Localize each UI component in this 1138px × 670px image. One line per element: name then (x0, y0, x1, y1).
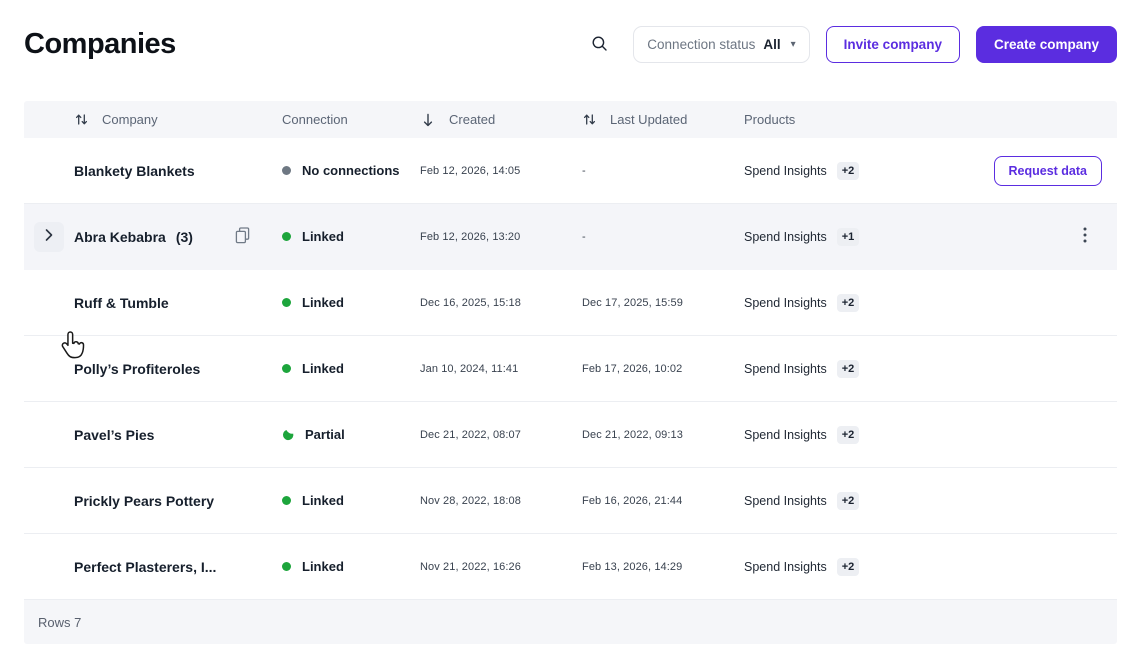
table-row[interactable]: Perfect Plasterers, I... Linked Nov 21, … (24, 534, 1117, 600)
column-header-connection[interactable]: Connection (282, 112, 420, 127)
row-menu-button[interactable] (1077, 223, 1093, 250)
product-count-badge[interactable]: +2 (837, 558, 860, 576)
column-header-company[interactable]: Company (74, 112, 282, 127)
toolbar: Connection status All ▾ Invite company C… (583, 26, 1117, 63)
last-updated-date: Feb 16, 2026, 21:44 (582, 495, 744, 507)
table-row[interactable]: Pavel’s Pies Partial Dec 21, 2022, 08:07… (24, 402, 1117, 468)
company-name[interactable]: Polly’s Profiteroles (74, 361, 200, 377)
invite-company-button[interactable]: Invite company (826, 26, 960, 63)
created-date: Jan 10, 2024, 11:41 (420, 363, 582, 375)
last-updated-date: Feb 17, 2026, 10:02 (582, 363, 744, 375)
product-count-badge[interactable]: +2 (837, 492, 860, 510)
status-dot-icon (282, 364, 291, 373)
product-name: Spend Insights (744, 494, 827, 508)
company-name[interactable]: Abra Kebabra (74, 229, 166, 245)
product-name: Spend Insights (744, 362, 827, 376)
table-row[interactable]: Prickly Pears Pottery Linked Nov 28, 202… (24, 468, 1117, 534)
created-date: Dec 21, 2022, 08:07 (420, 429, 582, 441)
connection-status: No connections (302, 163, 400, 178)
connection-status: Linked (302, 493, 344, 508)
product-count-badge[interactable]: +2 (837, 162, 860, 180)
status-dot-icon (282, 562, 291, 571)
partial-crescent-icon (280, 427, 296, 443)
product-count-badge[interactable]: +2 (837, 426, 860, 444)
request-data-button[interactable]: Request data (994, 156, 1103, 186)
column-label-last-updated: Last Updated (610, 112, 687, 127)
connection-status-filter[interactable]: Connection status All ▾ (633, 26, 809, 63)
product-count-badge[interactable]: +2 (837, 360, 860, 378)
last-updated-date: - (582, 165, 744, 177)
chevron-down-icon: ▾ (791, 39, 796, 50)
company-count: (3) (176, 229, 193, 245)
company-name[interactable]: Pavel’s Pies (74, 427, 154, 443)
sort-down-icon (420, 112, 436, 128)
search-button[interactable] (583, 29, 615, 61)
page-title: Companies (24, 28, 176, 61)
last-updated-date: Dec 17, 2025, 15:59 (582, 297, 744, 309)
product-name: Spend Insights (744, 164, 827, 178)
create-company-button[interactable]: Create company (976, 26, 1117, 63)
status-dot-icon (282, 232, 291, 241)
chevron-right-icon (41, 227, 57, 246)
table-row[interactable]: Blankety Blankets No connections Feb 12,… (24, 138, 1117, 204)
search-icon (591, 35, 608, 55)
created-date: Feb 12, 2026, 13:20 (420, 231, 582, 243)
table-footer: Rows 7 (24, 600, 1117, 644)
column-header-last-updated[interactable]: Last Updated (582, 112, 744, 127)
copy-button[interactable] (235, 227, 250, 247)
page-header: Companies Connection status All ▾ Invite… (24, 26, 1117, 63)
product-name: Spend Insights (744, 560, 827, 574)
filter-value: All (763, 37, 780, 52)
product-count-badge[interactable]: +1 (837, 228, 860, 246)
table-row[interactable]: Ruff & Tumble Linked Dec 16, 2025, 15:18… (24, 270, 1117, 336)
created-date: Nov 28, 2022, 18:08 (420, 495, 582, 507)
connection-status: Partial (305, 427, 345, 442)
company-name[interactable]: Prickly Pears Pottery (74, 493, 214, 509)
created-date: Dec 16, 2025, 15:18 (420, 297, 582, 309)
rows-count: Rows 7 (38, 615, 81, 630)
product-count-badge[interactable]: +2 (837, 294, 860, 312)
table-row[interactable]: Abra Kebabra (3) Linked Feb 12, 2026, 13… (24, 204, 1117, 270)
sort-updown-icon (582, 112, 597, 127)
connection-status: Linked (302, 559, 344, 574)
column-label-connection: Connection (282, 112, 348, 127)
column-header-products: Products (744, 112, 924, 127)
product-name: Spend Insights (744, 296, 827, 310)
sort-updown-icon (74, 112, 89, 127)
created-date: Feb 12, 2026, 14:05 (420, 165, 582, 177)
status-dot-icon (282, 496, 291, 505)
column-label-created: Created (449, 112, 495, 127)
created-date: Nov 21, 2022, 16:26 (420, 561, 582, 573)
companies-table: Company Connection Created Last Updated … (24, 101, 1117, 644)
company-name[interactable]: Perfect Plasterers, I... (74, 559, 216, 575)
filter-label: Connection status (647, 37, 755, 52)
company-name[interactable]: Blankety Blankets (74, 163, 195, 179)
status-dot-icon (282, 298, 291, 307)
last-updated-date: Dec 21, 2022, 09:13 (582, 429, 744, 441)
product-name: Spend Insights (744, 230, 827, 244)
table-row[interactable]: Polly’s Profiteroles Linked Jan 10, 2024… (24, 336, 1117, 402)
last-updated-date: - (582, 231, 744, 243)
connection-status: Linked (302, 295, 344, 310)
status-dot-icon (282, 166, 291, 175)
table-header-row: Company Connection Created Last Updated … (24, 101, 1117, 138)
column-label-products: Products (744, 112, 795, 127)
column-label-company: Company (102, 112, 158, 127)
column-header-created[interactable]: Created (420, 112, 582, 128)
connection-status: Linked (302, 229, 344, 244)
expand-row-button[interactable] (34, 222, 64, 252)
product-name: Spend Insights (744, 428, 827, 442)
kebab-menu-icon (1083, 231, 1087, 246)
company-name[interactable]: Ruff & Tumble (74, 295, 169, 311)
connection-status: Linked (302, 361, 344, 376)
copy-icon (235, 227, 250, 247)
last-updated-date: Feb 13, 2026, 14:29 (582, 561, 744, 573)
